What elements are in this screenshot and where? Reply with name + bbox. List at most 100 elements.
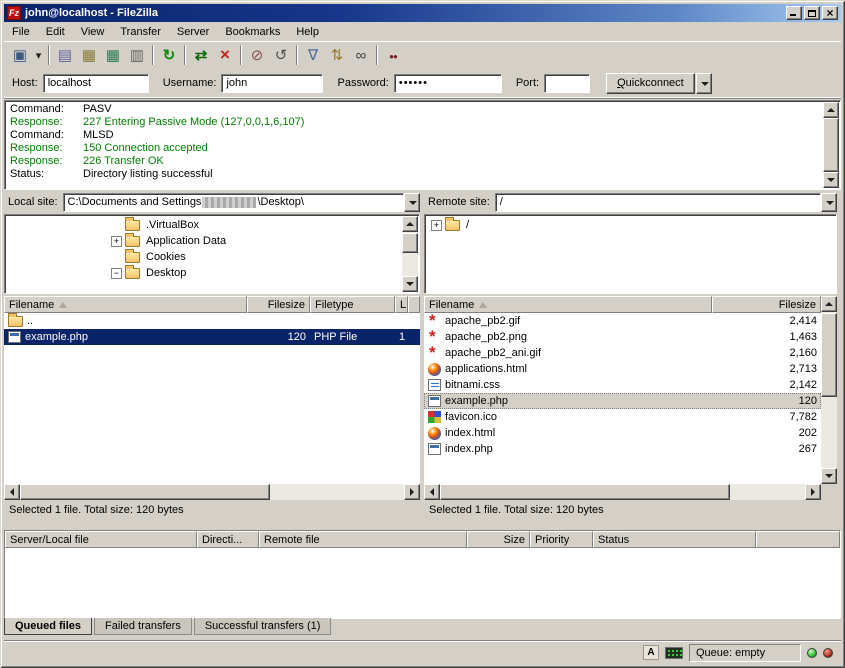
file-row-applications-html[interactable]: applications.html2,713 <box>424 361 821 377</box>
file-row-bitnami-css[interactable]: bitnami.css2,142 <box>424 377 821 393</box>
find-files-button[interactable] <box>381 44 405 67</box>
column-header-filename[interactable]: Filename <box>4 296 247 313</box>
column-header-filesize[interactable]: Filesize <box>712 296 821 313</box>
tree-item-virtualbox[interactable]: .VirtualBox <box>5 217 419 233</box>
collapse-icon[interactable]: − <box>111 268 122 279</box>
remote-list-scrollbar[interactable] <box>821 296 837 484</box>
directory-comparison-button[interactable] <box>325 44 349 67</box>
remote-site-dropdown-button[interactable] <box>821 193 837 212</box>
tab-successful-transfers-1[interactable]: Successful transfers (1) <box>194 618 332 635</box>
scroll-down-button[interactable] <box>402 276 418 292</box>
quickconnect-button[interactable]: Quickconnect <box>606 73 695 94</box>
column-header-l[interactable]: L <box>395 296 408 313</box>
menu-item-server[interactable]: Server <box>169 24 217 40</box>
tab-queued-files[interactable]: Queued files <box>4 618 92 635</box>
password-input[interactable] <box>394 74 502 93</box>
scroll-right-button[interactable] <box>404 484 420 500</box>
toggle-message-log-button[interactable] <box>53 44 77 67</box>
remote-list-horizontal-scrollbar[interactable] <box>424 484 821 500</box>
site-manager-dropdown-button[interactable] <box>32 44 45 67</box>
scrollbar-thumb[interactable] <box>20 484 270 500</box>
local-directory-tree[interactable]: .VirtualBox+Application DataCookies−Desk… <box>4 214 420 294</box>
message-log-scrollbar[interactable] <box>823 102 839 188</box>
menu-item-file[interactable]: File <box>4 24 38 40</box>
tab-failed-transfers[interactable]: Failed transfers <box>94 618 192 635</box>
directory-listing-filters-button[interactable] <box>301 44 325 67</box>
scroll-left-button[interactable] <box>424 484 440 500</box>
message-log[interactable]: Command:PASVResponse:227 Entering Passiv… <box>4 100 841 190</box>
local-list-horizontal-scrollbar[interactable] <box>4 484 420 500</box>
expand-icon[interactable]: + <box>431 220 442 231</box>
close-button[interactable]: × <box>822 6 838 20</box>
disconnect-button[interactable] <box>245 44 269 67</box>
file-row-example-php[interactable]: example.php120PHP File1 <box>4 329 420 345</box>
column-header-server-local-file[interactable]: Server/Local file <box>5 531 197 548</box>
minimize-button[interactable] <box>786 6 802 20</box>
expand-icon[interactable]: + <box>111 236 122 247</box>
menu-item-bookmarks[interactable]: Bookmarks <box>217 24 288 40</box>
remote-file-list[interactable]: apache_pb2.gif2,414apache_pb2.png1,463ap… <box>424 313 821 484</box>
title-bar[interactable]: john@localhost - FileZilla × <box>4 4 841 22</box>
queue-body[interactable] <box>5 548 840 619</box>
scroll-up-button[interactable] <box>821 296 837 312</box>
process-queue-button[interactable] <box>189 44 213 67</box>
column-header-remote-file[interactable]: Remote file <box>259 531 467 548</box>
file-row-apache-pb2-gif[interactable]: apache_pb2.gif2,414 <box>424 313 821 329</box>
local-file-list[interactable]: ..example.php120PHP File1 <box>4 313 420 484</box>
menu-item-transfer[interactable]: Transfer <box>112 24 169 40</box>
file-row-favicon-ico[interactable]: favicon.ico7,782 <box>424 409 821 425</box>
username-input[interactable] <box>221 74 323 93</box>
remote-directory-tree[interactable]: +/ <box>424 214 837 294</box>
column-header-filetype[interactable]: Filetype <box>310 296 395 313</box>
cancel-operation-button[interactable] <box>213 44 237 67</box>
maximize-button[interactable] <box>804 6 820 20</box>
scroll-right-button[interactable] <box>805 484 821 500</box>
scrollbar-thumb[interactable] <box>440 484 730 500</box>
tree-item-desktop[interactable]: −Desktop <box>5 265 419 281</box>
column-header-status[interactable]: Status <box>593 531 756 548</box>
scrollbar-thumb[interactable] <box>821 313 837 397</box>
file-row-apache-pb2-png[interactable]: apache_pb2.png1,463 <box>424 329 821 345</box>
local-site-combobox[interactable]: C:\Documents and Settings\Desktop\ <box>63 193 420 212</box>
site-manager-button[interactable] <box>8 44 32 67</box>
scrollbar-thumb[interactable] <box>823 118 839 172</box>
toggle-transfer-queue-button[interactable] <box>125 44 149 67</box>
local-site-path[interactable]: C:\Documents and Settings\Desktop\ <box>63 193 404 212</box>
column-header-size[interactable]: Size <box>467 531 530 548</box>
scroll-down-button[interactable] <box>821 468 837 484</box>
port-input[interactable] <box>544 74 590 93</box>
local-tree-scrollbar[interactable] <box>402 216 418 292</box>
file-row-index-html[interactable]: index.html202 <box>424 425 821 441</box>
menu-item-view[interactable]: View <box>73 24 113 40</box>
tree-item-application-data[interactable]: +Application Data <box>5 233 419 249</box>
remote-site-combobox[interactable]: / <box>495 193 837 212</box>
toggle-remote-tree-button[interactable] <box>101 44 125 67</box>
tree-item-cookies[interactable]: Cookies <box>5 249 419 265</box>
file-row-example-php[interactable]: example.php120 <box>424 393 821 409</box>
file-row-parent-directory[interactable]: .. <box>4 313 420 329</box>
refresh-button[interactable] <box>157 44 181 67</box>
local-site-dropdown-button[interactable] <box>404 193 420 212</box>
file-row-index-php[interactable]: index.php267 <box>424 441 821 457</box>
scroll-down-button[interactable] <box>823 172 839 188</box>
remote-site-path[interactable]: / <box>495 193 821 212</box>
tree-item-item[interactable]: +/ <box>425 217 836 233</box>
scroll-left-button[interactable] <box>4 484 20 500</box>
column-header-filename[interactable]: Filename <box>424 296 712 313</box>
host-input[interactable] <box>43 74 149 93</box>
toggle-local-tree-button[interactable] <box>77 44 101 67</box>
column-header-priority[interactable]: Priority <box>530 531 593 548</box>
file-row-apache-pb2-ani-gif[interactable]: apache_pb2_ani.gif2,160 <box>424 345 821 361</box>
quickconnect-dropdown-button[interactable] <box>696 73 712 94</box>
scrollbar-thumb[interactable] <box>402 233 418 253</box>
transfer-type-indicator-icon[interactable]: A <box>643 645 659 660</box>
column-header-filesize[interactable]: Filesize <box>247 296 310 313</box>
scroll-up-button[interactable] <box>402 216 418 232</box>
scroll-up-button[interactable] <box>823 102 839 118</box>
column-header-directi[interactable]: Directi... <box>197 531 259 548</box>
reconnect-button[interactable] <box>269 44 293 67</box>
synchronized-browsing-button[interactable] <box>349 44 373 67</box>
menu-item-help[interactable]: Help <box>288 24 327 40</box>
speed-limit-indicator-icon[interactable] <box>665 647 683 659</box>
menu-item-edit[interactable]: Edit <box>38 24 73 40</box>
